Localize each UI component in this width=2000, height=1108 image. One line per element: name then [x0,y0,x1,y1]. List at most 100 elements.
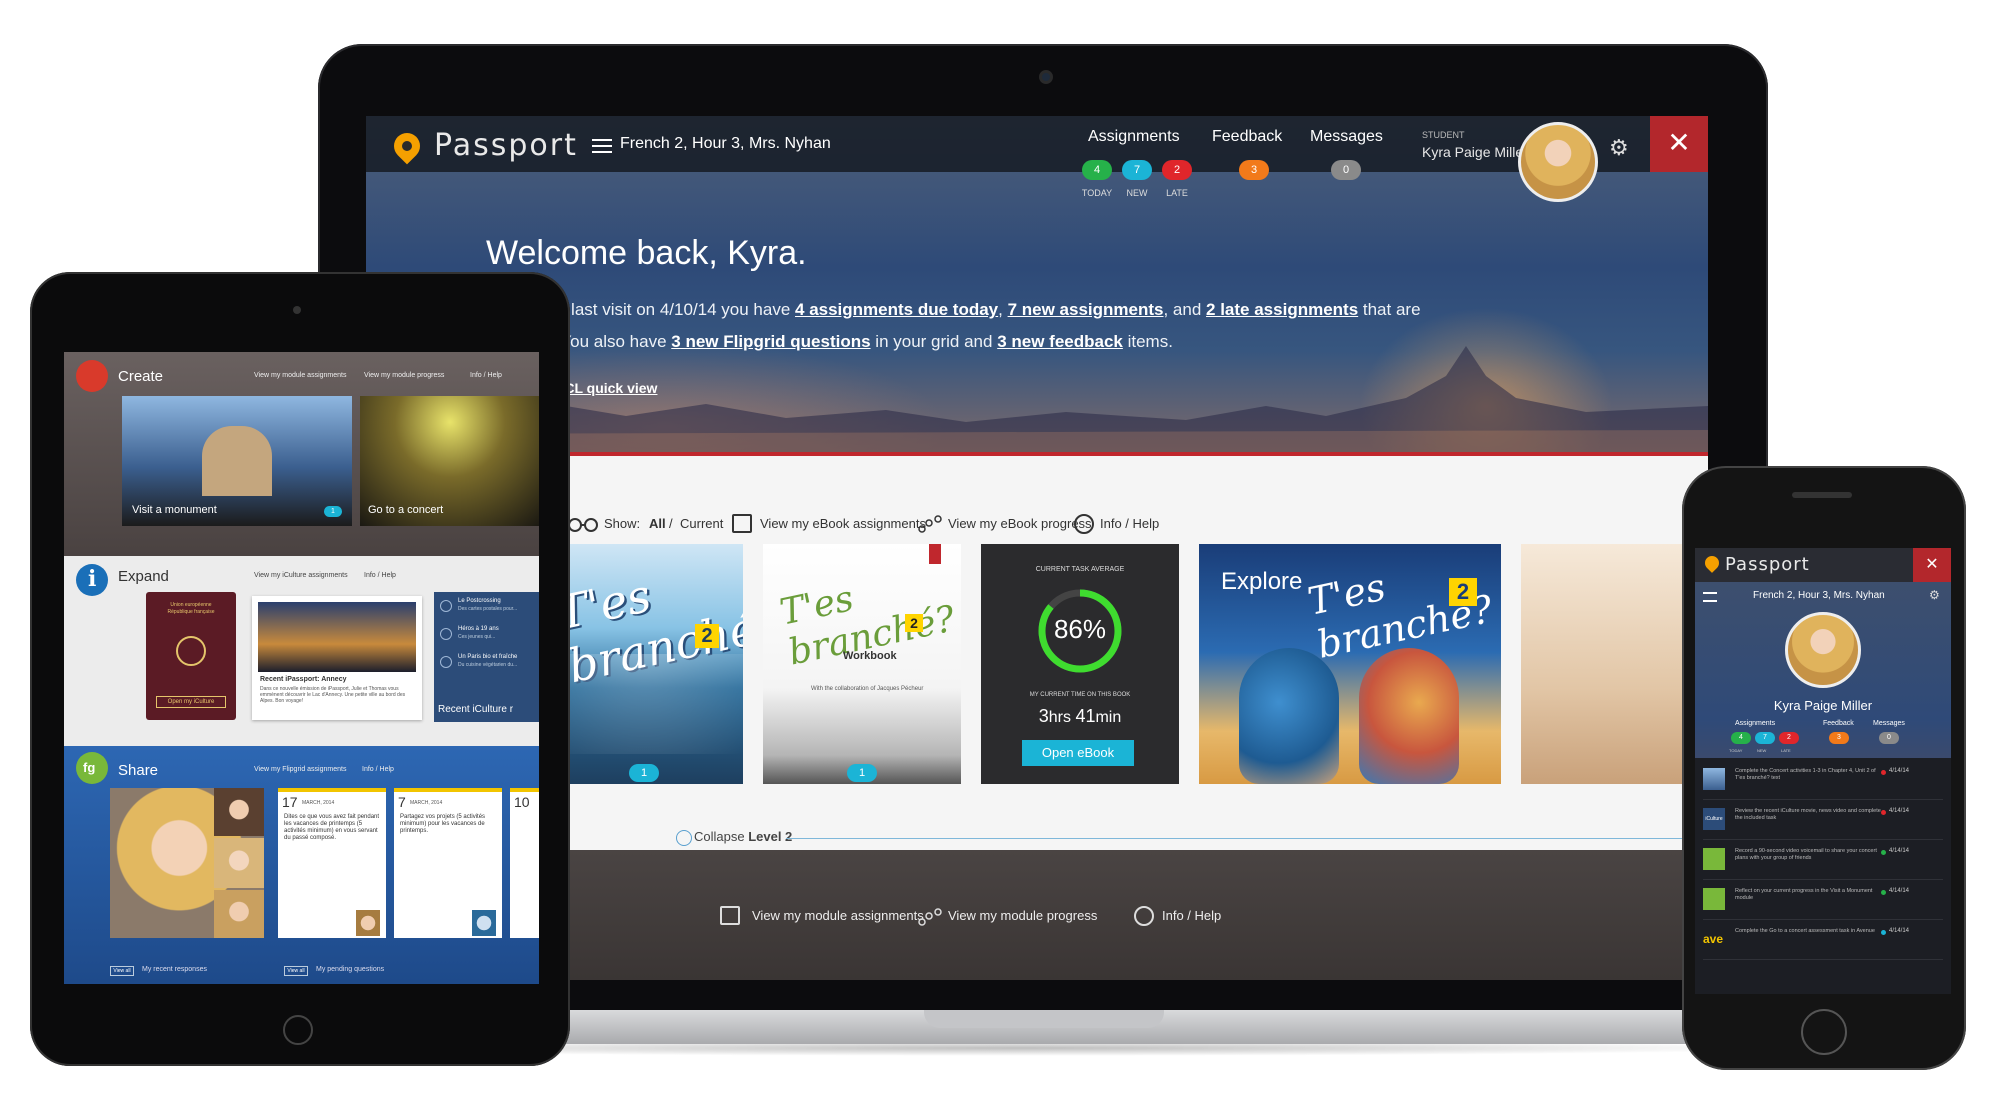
flipgrid-assignments-link[interactable]: View my Flipgrid assignments [254,766,346,773]
student-name[interactable]: Kyra Paige Miller [1422,144,1528,160]
nav-assignments[interactable]: Assignments [1735,720,1775,727]
flipgrid-question-card[interactable]: 10 [510,788,539,938]
today-caption: TODAY [1081,188,1113,198]
list-item[interactable]: iCulture Review the recent iCulture movi… [1703,802,1943,840]
nav-feedback[interactable]: Feedback [1212,128,1282,146]
gear-icon[interactable]: ⚙ [1929,588,1940,602]
feedback-count-badge[interactable]: 3 [1829,732,1849,744]
due-today-link[interactable]: 4 assignments due today [795,300,998,319]
flipgrid-link[interactable]: 3 new Flipgrid questions [671,332,870,351]
iculture-item-body: Du cuisine végétarien du... [458,662,518,668]
expand-info-link[interactable]: Info / Help [364,572,396,579]
recent-ipassport-card[interactable]: Recent iPassport: Annecy Dans ce nouvell… [252,596,422,720]
task-average-value: 86% [1053,614,1107,644]
close-icon[interactable]: ✕ [1650,116,1708,172]
book-cover-tes-branche[interactable]: T'es branché? 2 [545,544,743,784]
view-all-questions-button[interactable]: View all [284,966,308,976]
list-item[interactable]: Record a 90-second video voicemail to sh… [1703,842,1943,880]
collapse-label[interactable]: Collapse Level 2 [694,829,792,844]
book-count-badge[interactable]: 1 [629,764,659,782]
filter-separator: / [669,516,673,531]
collapse-icon[interactable] [676,830,692,846]
summary-part: , [998,300,1008,319]
concert-card[interactable]: Go to a concert [360,396,539,526]
book-level: 2 [695,624,719,648]
response-video-thumb[interactable] [214,838,264,888]
tablet-home-button[interactable] [283,1015,313,1045]
item-text: Record a 90-second video voicemail to sh… [1735,848,1877,861]
late-caption: LATE [1166,188,1188,198]
filter-current[interactable]: Current [680,516,723,531]
expand-assignments-link[interactable]: View my iCulture assignments [254,572,348,579]
today-count-badge[interactable]: 4 [1731,732,1751,744]
book-cover-workbook[interactable]: T'es branché? 2 Workbook With the collab… [763,544,961,784]
collapse-prefix: Collapse [694,829,749,844]
module-info-link[interactable]: Info / Help [1162,908,1221,923]
flipgrid-badge-text: fg [83,760,96,775]
list-item[interactable]: Reflect on your current progress in the … [1703,882,1943,920]
open-ebook-button[interactable]: Open eBook [1022,740,1134,766]
iculture-item-icon [440,656,452,668]
feedback-link[interactable]: 3 new feedback [997,332,1123,351]
app-logo[interactable]: Passport [1725,554,1810,575]
open-iculture-button[interactable]: Open my iCulture [156,696,226,708]
nav-messages[interactable]: Messages [1310,128,1383,146]
app-logo[interactable]: Passport [434,128,578,163]
summary-text: Since your last visit on 4/10/14 you hav… [486,294,1436,358]
visit-monument-card[interactable]: Visit a monument 1 [122,396,352,526]
passport-cover[interactable]: Union européenne République française Op… [146,592,236,720]
status-dot [1881,850,1886,855]
nav-messages[interactable]: Messages [1873,720,1905,727]
filter-all[interactable]: All [649,516,666,531]
iculture-item-title[interactable]: Le Postcrossing [458,598,501,604]
module-assignments-link[interactable]: View my module assignments [752,908,924,923]
phone-home-button[interactable] [1801,1009,1847,1055]
avatar[interactable] [1785,612,1861,688]
create-info-link[interactable]: Info / Help [470,372,502,379]
messages-count-badge[interactable]: 0 [1879,732,1899,744]
late-assignments-link[interactable]: 2 late assignments [1206,300,1358,319]
welcome-heading: Welcome back, Kyra. [486,234,807,272]
new-count-badge[interactable]: 7 [1122,160,1152,180]
book-count-badge[interactable]: 1 [847,764,877,782]
menu-icon[interactable] [592,139,612,153]
iculture-item-title[interactable]: Un Paris bio et fraîche [458,654,517,660]
iculture-item-title[interactable]: Héros à 19 ans [458,626,499,632]
today-count-badge[interactable]: 4 [1082,160,1112,180]
info-help-link[interactable]: Info / Help [1100,516,1159,531]
feedback-count-badge[interactable]: 3 [1239,160,1269,180]
ebook-assignments-link[interactable]: View my eBook assignments [760,516,926,531]
late-count-badge[interactable]: 2 [1779,732,1799,744]
item-text: Review the recent iCulture movie, news v… [1735,808,1881,821]
book-cover-partial[interactable] [1521,544,1708,784]
avatar[interactable] [1518,122,1598,202]
progress-icon [918,908,942,926]
new-count-badge[interactable]: 7 [1755,732,1775,744]
class-selector[interactable]: French 2, Hour 3, Mrs. Nyhan [620,135,831,153]
class-selector[interactable]: French 2, Hour 3, Mrs. Nyhan [1753,590,1885,601]
view-all-responses-button[interactable]: View all [110,966,134,976]
nav-assignments[interactable]: Assignments [1088,128,1180,146]
book-art [545,654,743,754]
response-video-thumb[interactable] [214,788,264,836]
menu-icon[interactable] [1703,592,1717,602]
gear-icon[interactable]: ⚙ [1609,135,1629,161]
module-progress-link[interactable]: View my module progress [948,908,1097,923]
new-assignments-link[interactable]: 7 new assignments [1008,300,1164,319]
flipgrid-question-card[interactable]: 17 MARCH, 2014 Dites ce que vous avez fa… [278,788,386,938]
late-count-badge[interactable]: 2 [1162,160,1192,180]
nav-feedback[interactable]: Feedback [1823,720,1854,727]
monument-art [202,426,272,496]
messages-count-badge[interactable]: 0 [1331,160,1361,180]
create-progress-link[interactable]: View my module progress [364,372,444,379]
logo-pin-dot [402,141,412,151]
share-info-link[interactable]: Info / Help [362,766,394,773]
close-icon[interactable]: ✕ [1913,548,1951,582]
flipgrid-question-card[interactable]: 7 MARCH, 2014 Partagez vos projets (5 ac… [394,788,502,938]
book-cover-explore[interactable]: Explore T'es branché? 2 [1199,544,1501,784]
list-item[interactable]: ave Complete the Go to a concert assessm… [1703,922,1943,960]
ebook-progress-link[interactable]: View my eBook progress [948,516,1092,531]
create-assignments-link[interactable]: View my module assignments [254,372,346,379]
response-video-thumb[interactable] [214,890,264,938]
list-item[interactable]: Complete the Concert activities 1-3 in C… [1703,762,1943,800]
